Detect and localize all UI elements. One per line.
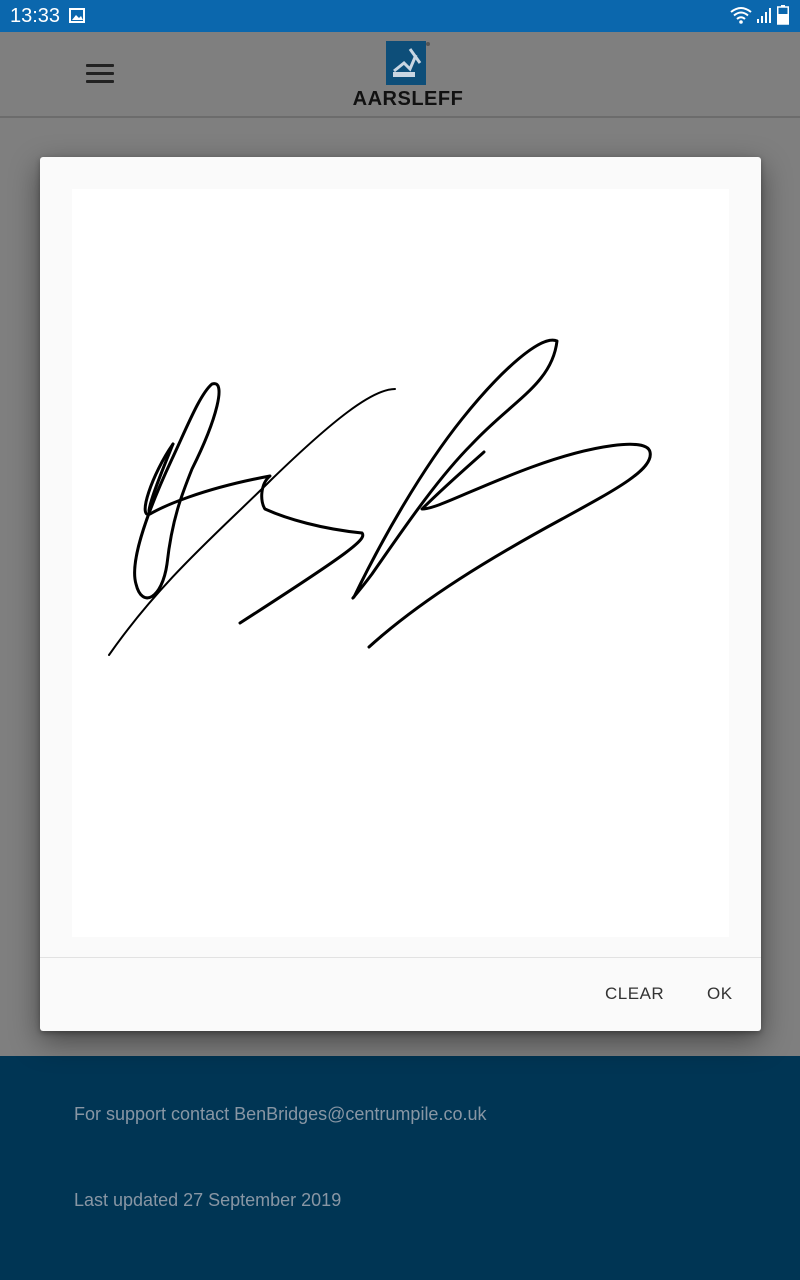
signature-stroke: [143, 442, 365, 625]
ok-button[interactable]: OK: [703, 977, 737, 1011]
last-updated-text: Last updated 27 September 2019: [74, 1190, 342, 1210]
signature-dialog: CLEAR OK: [40, 157, 761, 1031]
clear-button[interactable]: CLEAR: [601, 977, 668, 1011]
logo-text: AARSLEFF: [352, 88, 464, 110]
app-header: AARSLEFF: [0, 32, 800, 118]
aarsleff-logo-icon: [386, 41, 430, 85]
wifi-icon: [730, 7, 752, 24]
signature-drawing: [108, 338, 652, 656]
footer: For support contact BenBridges@centrumpi…: [0, 1056, 800, 1280]
signature-pad[interactable]: [72, 189, 729, 937]
status-time: 13:33: [10, 5, 61, 27]
status-bar: 13:33: [0, 0, 800, 32]
support-contact-text: For support contact BenBridges@centrumpi…: [74, 1104, 487, 1124]
dialog-divider: [40, 957, 761, 958]
hamburger-menu-icon[interactable]: [86, 64, 114, 84]
signature-stroke: [367, 442, 652, 649]
image-icon: [69, 8, 85, 23]
signal-icon: [757, 8, 771, 23]
battery-icon: [777, 5, 789, 25]
